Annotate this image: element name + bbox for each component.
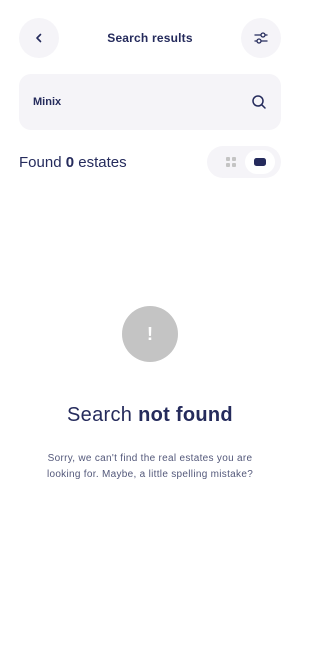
alert-symbol: ! [147,323,153,344]
list-view-button[interactable] [245,150,275,174]
search-input[interactable]: Minix [33,96,61,108]
top-bar: Search results [19,18,281,58]
results-prefix: Found [19,153,62,171]
empty-title-regular: Search [67,404,133,426]
chevron-left-icon [36,33,42,43]
grid-view-button[interactable] [219,150,243,174]
results-suffix: estates [78,153,127,171]
empty-title-bold: not found [138,404,233,426]
list-view-icon [254,158,266,166]
results-summary: Found 0 estates [19,146,281,178]
sliders-icon [254,32,268,44]
search-field[interactable]: Minix [19,74,281,130]
results-count: 0 [65,153,75,171]
page-title: Search results [107,31,193,45]
results-count-text: Found 0 estates [19,154,127,171]
empty-state-description: Sorry, we can't find the real estates yo… [46,453,254,480]
back-button[interactable] [19,18,59,58]
grid-view-icon [226,157,236,167]
empty-state-title: Search not found [0,404,300,427]
alert-icon: ! [122,306,178,362]
search-icon[interactable] [251,94,267,110]
view-toggle [207,146,281,178]
filter-button[interactable] [240,18,281,58]
